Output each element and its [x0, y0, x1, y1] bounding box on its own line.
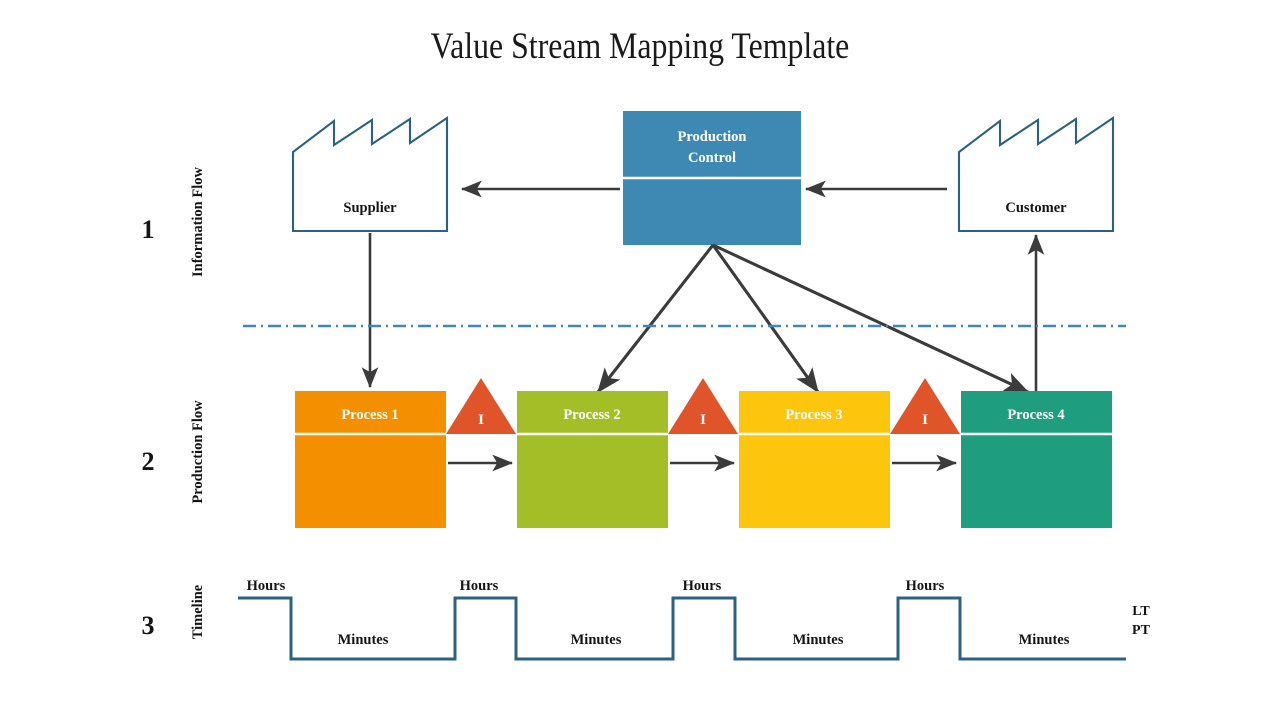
arrow-control-to-process-3: [711, 244, 820, 394]
timeline-hours-label-1: Hours: [247, 578, 286, 594]
supplier-node[interactable]: Supplier: [291, 116, 449, 233]
inventory-1-label: I: [478, 412, 484, 428]
timeline-hours-label-4: Hours: [906, 578, 945, 594]
process-1-label: Process 1: [341, 407, 398, 423]
row-label-timeline: Timeline: [190, 584, 206, 639]
timeline-hours-label-2: Hours: [460, 578, 499, 594]
production-control-node[interactable]: Production Control: [623, 111, 801, 245]
process-4-label: Process 4: [1007, 407, 1064, 423]
process-time-label: PT: [1132, 623, 1151, 638]
timeline-minutes-label-3: Minutes: [793, 632, 844, 648]
value-stream-map-canvas: Value Stream Mapping Template 1 Informat…: [142, 26, 1151, 661]
row-label-production-flow: Production Flow: [190, 400, 206, 504]
timeline-minutes-label-1: Minutes: [338, 632, 389, 648]
arrow-control-to-process-4: [712, 243, 1030, 394]
timeline-hours-label-3: Hours: [683, 578, 722, 594]
production-control-label-line1: Production: [677, 129, 746, 145]
page-title: Value Stream Mapping Template: [431, 26, 850, 67]
inventory-triangle-2[interactable]: I: [668, 378, 738, 434]
process-box-4[interactable]: Process 4: [961, 391, 1112, 528]
process-2-label: Process 2: [563, 407, 620, 423]
inventory-2-label: I: [700, 412, 706, 428]
arrow-control-to-process-2: [596, 244, 715, 393]
timeline-minutes-label-2: Minutes: [571, 632, 622, 648]
timeline-step-chart: [238, 596, 1126, 661]
row-number-1: 1: [142, 215, 155, 244]
customer-label: Customer: [1005, 200, 1067, 216]
inventory-3-label: I: [922, 412, 928, 428]
row-label-information-flow: Information Flow: [190, 167, 206, 277]
customer-node[interactable]: Customer: [957, 116, 1115, 233]
supplier-label: Supplier: [343, 200, 397, 216]
lead-time-label: LT: [1132, 604, 1150, 619]
row-number-3: 3: [142, 611, 155, 640]
timeline-minutes-label-4: Minutes: [1019, 632, 1070, 648]
production-control-label-line2: Control: [688, 150, 736, 166]
row-number-2: 2: [142, 447, 155, 476]
process-box-3[interactable]: Process 3: [739, 391, 890, 528]
timeline-path: [238, 596, 1126, 661]
process-box-2[interactable]: Process 2: [517, 391, 668, 528]
process-3-label: Process 3: [785, 407, 842, 423]
inventory-triangle-3[interactable]: I: [890, 378, 960, 434]
process-box-1[interactable]: Process 1: [295, 391, 446, 528]
inventory-triangle-1[interactable]: I: [446, 378, 516, 434]
